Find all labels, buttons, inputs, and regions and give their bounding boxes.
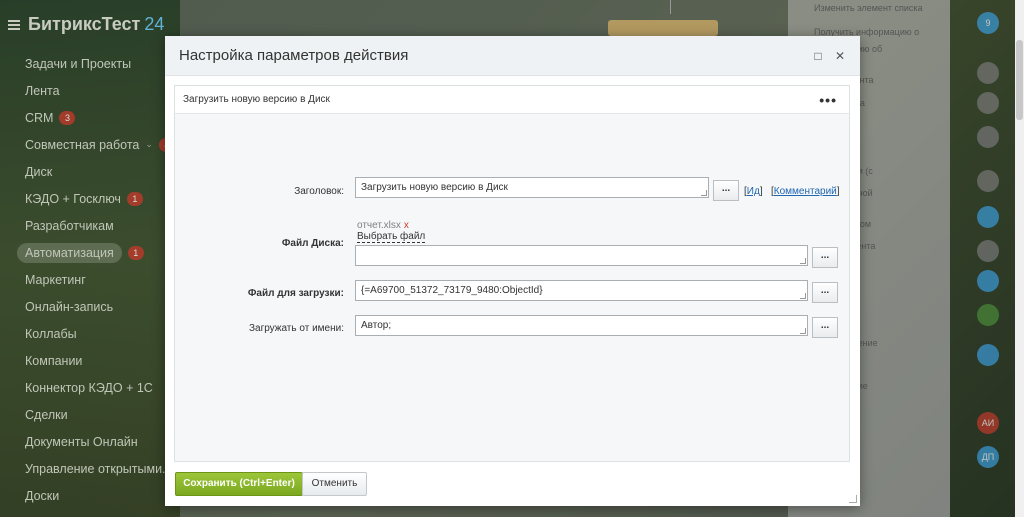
sidebar-item[interactable]: Маркетинг [0, 266, 180, 293]
section-title: Загрузить новую версию в Диск [183, 94, 330, 105]
id-link[interactable]: Ид [747, 186, 760, 197]
sidebar-item-label: КЭДО + Госключ [25, 191, 121, 206]
disk-file-input[interactable] [355, 245, 808, 266]
sidebar-item[interactable]: Задачи и Проекты [0, 50, 180, 77]
sidebar-item-label: Совместная работа [25, 137, 140, 152]
right-bar-icon[interactable] [977, 304, 999, 326]
id-link-wrapper: [Ид] [744, 186, 763, 197]
resize-handle[interactable] [701, 190, 707, 196]
upload-file-label: Файл для загрузки: [247, 288, 344, 299]
right-bar-icon[interactable] [977, 126, 999, 148]
logo-row: БитриксТест 24 [8, 14, 164, 35]
action-settings-dialog: Настройка параметров действия □ ✕ Загруз… [165, 36, 860, 506]
counter-badge: 1 [127, 245, 144, 260]
sidebar-item[interactable]: CRM 3 [0, 104, 180, 131]
comment-link-wrapper: [Комментарий] [771, 186, 840, 197]
counter-badge: 3 [59, 110, 76, 125]
dialog-footer: Сохранить (Ctrl+Enter) Отменить [165, 466, 860, 506]
disk-file-label: Файл Диска: [281, 238, 344, 249]
sidebar-item[interactable]: Компании [0, 347, 180, 374]
section-header: Загрузить новую версию в Диск ••• [175, 86, 849, 114]
disk-file-name: отчет.xlsx x [357, 220, 409, 231]
sidebar-item-label: Онлайн-запись [25, 299, 114, 314]
sidebar-item[interactable]: Сделки [0, 401, 180, 428]
action-form: Заголовок: Загрузить новую версию в Диск… [175, 114, 849, 461]
upload-file-insert-button[interactable]: ... [812, 282, 838, 303]
chevron-down-icon[interactable]: ⌄ [145, 139, 153, 150]
sidebar-item[interactable]: Автоматизация 1 [0, 239, 180, 266]
load-as-input[interactable]: Автор; [355, 315, 808, 336]
remove-file-icon[interactable]: x [404, 220, 409, 231]
counter-badge: 1 [126, 191, 143, 206]
sidebar-item-label: Задачи и Проекты [25, 56, 132, 71]
left-sidebar: БитриксТест 24 Задачи и Проекты Лента CRM 3 С… [0, 0, 180, 517]
sidebar-item-label: Коннектор КЭДО + 1С [25, 380, 153, 395]
close-icon[interactable]: ✕ [832, 48, 848, 64]
right-bar-icon[interactable]: ДП [977, 446, 999, 468]
right-bar-icon[interactable]: 9 [977, 12, 999, 34]
upload-file-input[interactable]: {=A69700_51372_73179_9480:ObjectId} [355, 280, 808, 301]
sidebar-item-label: Управление открытыми... [25, 461, 173, 476]
menu-icon[interactable] [8, 19, 20, 30]
choose-file-link[interactable]: Выбрать файл [357, 231, 426, 243]
sidebar-item-label: Компании [25, 353, 83, 368]
save-button[interactable]: Сохранить (Ctrl+Enter) [175, 472, 303, 496]
dialog-body: Загрузить новую версию в Диск ••• Заголо… [174, 85, 850, 462]
scroll-thumb[interactable] [1016, 40, 1023, 120]
sidebar-item-label: Маркетинг [25, 272, 86, 287]
right-bar-icon[interactable] [977, 170, 999, 192]
right-icon-bar: 9 АИ ДП [950, 0, 1024, 517]
right-bar-icon[interactable] [977, 344, 999, 366]
dialog-header: Настройка параметров действия [165, 36, 860, 76]
sidebar-item[interactable]: Доски [0, 482, 180, 509]
sidebar-item-label: Лента [25, 83, 60, 98]
sidebar-item[interactable]: Управление открытыми... [0, 455, 180, 482]
title-input[interactable]: Загрузить новую версию в Диск [355, 177, 709, 198]
sidebar-item-label: Сделки [25, 407, 68, 422]
comment-link[interactable]: Комментарий [774, 186, 837, 197]
sidebar-item[interactable]: Совместная работа⌄4 [0, 131, 180, 158]
load-as-label: Загружать от имени: [248, 323, 344, 334]
sidebar-item[interactable]: Лента [0, 77, 180, 104]
right-bar-icon[interactable] [977, 270, 999, 292]
activity-item[interactable]: Изменить элемент списка [788, 3, 938, 13]
page-scrollbar[interactable] [1015, 0, 1024, 517]
resize-handle[interactable] [800, 328, 806, 334]
sidebar-item[interactable]: Диск [0, 158, 180, 185]
sidebar-item-label: Диск [25, 164, 53, 179]
sidebar-item[interactable]: Коннектор КЭДО + 1С [0, 374, 180, 401]
sidebar-item[interactable]: КЭДО + Госключ 1 [0, 185, 180, 212]
right-bar-icon[interactable] [977, 62, 999, 84]
title-label: Заголовок: [294, 186, 344, 197]
more-options-icon[interactable]: ••• [819, 92, 837, 108]
sidebar-item[interactable]: Онлайн-запись [0, 293, 180, 320]
dialog-title: Настройка параметров действия [179, 47, 409, 64]
dialog-resize-handle[interactable] [849, 495, 857, 503]
workflow-connector [670, 0, 671, 14]
sidebar-item-label: Документы Онлайн [25, 434, 138, 449]
maximize-icon[interactable]: □ [810, 48, 826, 64]
sidebar-item-label: CRM [25, 110, 54, 125]
workflow-node [608, 20, 718, 36]
nav-list: Задачи и Проекты Лента CRM 3 Совместная рабо… [0, 50, 180, 509]
cancel-button[interactable]: Отменить [302, 472, 367, 496]
title-insert-button[interactable]: ... [713, 180, 739, 201]
resize-handle[interactable] [800, 293, 806, 299]
sidebar-item-label: Разработчикам [25, 218, 114, 233]
load-as-insert-button[interactable]: ... [812, 317, 838, 338]
sidebar-item[interactable]: Разработчикам [0, 212, 180, 239]
sidebar-item[interactable]: Документы Онлайн [0, 428, 180, 455]
right-bar-icon[interactable]: АИ [977, 412, 999, 434]
right-bar-icon[interactable] [977, 240, 999, 262]
sidebar-item-label: Автоматизация [17, 242, 122, 263]
resize-handle[interactable] [800, 258, 806, 264]
right-bar-icon[interactable] [977, 206, 999, 228]
sidebar-item[interactable]: Коллабы [0, 320, 180, 347]
disk-file-insert-button[interactable]: ... [812, 247, 838, 268]
logo[interactable]: БитриксТест 24 [28, 14, 164, 35]
sidebar-item-label: Доски [25, 488, 60, 503]
right-bar-icon[interactable] [977, 92, 999, 114]
sidebar-item-label: Коллабы [25, 326, 77, 341]
